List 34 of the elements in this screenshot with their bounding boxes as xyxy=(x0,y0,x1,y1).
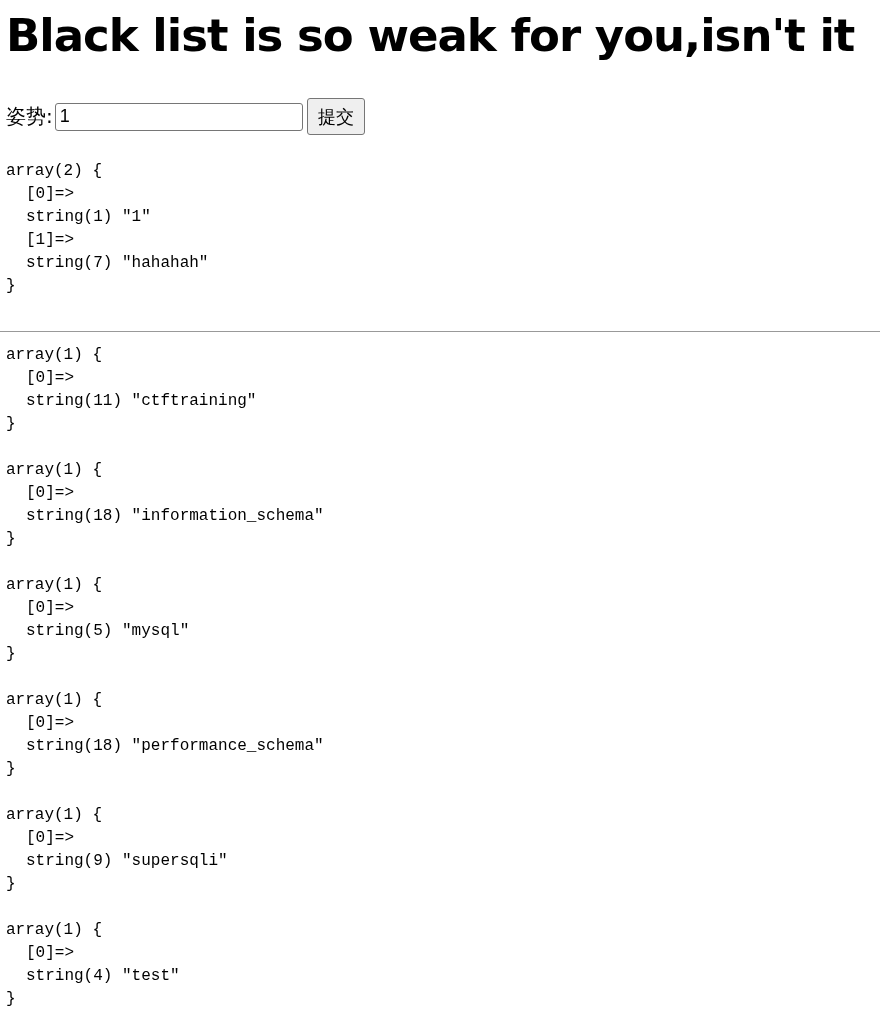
dump-line: string(9) "supersqli" xyxy=(26,851,228,872)
dump-line: } xyxy=(6,529,16,550)
dump-line: string(7) "hahahah" xyxy=(26,253,209,274)
dump-line: [0]=> xyxy=(26,184,74,205)
dump-line: string(4) "test" xyxy=(26,966,180,987)
dump-line: array(1) { xyxy=(6,575,102,596)
input-field[interactable]: 1 xyxy=(54,102,303,131)
dump-line: array(1) { xyxy=(6,920,102,941)
dump-line: } xyxy=(6,276,16,297)
dump-line: string(18) "performance_schema" xyxy=(26,736,324,757)
field-label: 姿势: xyxy=(6,103,53,130)
dump-line: string(18) "information_schema" xyxy=(26,506,324,527)
dump-line: string(11) "ctftraining" xyxy=(26,391,257,412)
dump-line: array(2) { xyxy=(6,161,102,182)
dump-line: array(1) { xyxy=(6,805,102,826)
dump-line: } xyxy=(6,989,16,1010)
dump-line: [0]=> xyxy=(26,713,74,734)
dump-line: [0]=> xyxy=(26,368,74,389)
dump-line: [0]=> xyxy=(26,483,74,504)
dump-line: } xyxy=(6,644,16,665)
dump-line: array(1) { xyxy=(6,345,102,366)
dump-line: [0]=> xyxy=(26,943,74,964)
dump-line: } xyxy=(6,414,16,435)
dump-line: } xyxy=(6,874,16,895)
dump-line: [0]=> xyxy=(26,828,74,849)
submit-button[interactable]: 提交 xyxy=(306,98,365,135)
dump-line: [1]=> xyxy=(26,230,74,251)
dump-line: array(1) { xyxy=(6,460,102,481)
dump-line: [0]=> xyxy=(26,598,74,619)
dump-line: string(1) "1" xyxy=(26,207,151,228)
dump-line: string(5) "mysql" xyxy=(26,621,190,642)
dump-line: } xyxy=(6,759,16,780)
dump-line: array(1) { xyxy=(6,690,102,711)
page-title: Black list is so weak for you,isn't it xyxy=(6,8,856,64)
